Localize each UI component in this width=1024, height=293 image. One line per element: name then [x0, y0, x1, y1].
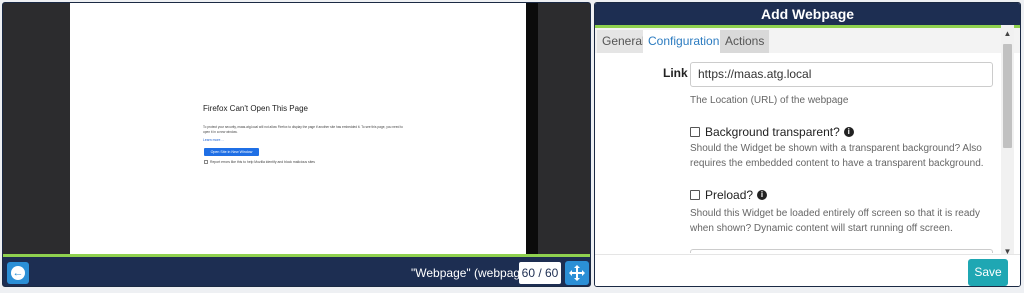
background-transparent-help-text: Should the Widget be shown with a transp… [690, 143, 984, 169]
report-errors-label: Report errors like this to help Mozilla … [210, 160, 315, 164]
widget-counter: 60 / 60 [519, 262, 561, 284]
scrollbar-thumb[interactable] [1003, 44, 1012, 148]
widget-name-label: "Webpage" (webpage) [411, 266, 531, 280]
widget-preview-panel: Firefox Can't Open This Page To protect … [2, 2, 591, 287]
tab-configuration[interactable]: Configuration [643, 30, 725, 53]
link-label: Link [663, 66, 688, 80]
report-errors-checkbox[interactable]: Report errors like this to help Mozilla … [204, 160, 315, 165]
checkbox-box[interactable] [204, 160, 208, 165]
embedded-error-title: Firefox Can't Open This Page [203, 104, 308, 113]
form-scrollbar[interactable]: ▲ ▼ [1001, 25, 1014, 260]
add-webpage-dialog: Add Webpage General Configuration Action… [594, 2, 1021, 287]
save-button[interactable]: Save [968, 259, 1008, 286]
info-icon[interactable]: i [843, 127, 854, 137]
preload-label: Preload? [705, 188, 754, 202]
background-transparent-label: Background transparent? [705, 125, 840, 139]
dialog-title: Add Webpage [595, 3, 1020, 25]
arrow-left-icon: ← [11, 266, 25, 280]
link-help-text: The Location (URL) of the webpage [690, 95, 849, 106]
preload-row[interactable]: Preload? i [690, 188, 768, 202]
link-input[interactable]: https://maas.atg.local [690, 62, 993, 87]
tab-general[interactable]: General [597, 30, 650, 53]
embedded-learn-more-link[interactable]: Learn more… [203, 138, 224, 142]
tab-bar: General Configuration Actions [595, 28, 1020, 53]
tab-actions[interactable]: Actions [720, 30, 770, 53]
preload-help-text: Should this Widget be loaded entirely of… [690, 208, 980, 234]
scroll-up-arrow-icon[interactable]: ▲ [1001, 29, 1014, 38]
move-button[interactable] [565, 261, 589, 285]
preview-toolbar: ← "Webpage" (webpage) 60 / 60 [3, 257, 590, 286]
info-icon[interactable]: i [757, 190, 768, 200]
background-transparent-checkbox[interactable] [690, 127, 700, 137]
embedded-webpage-frame: Firefox Can't Open This Page To protect … [70, 3, 526, 254]
frame-edge [526, 3, 538, 254]
background-transparent-row[interactable]: Background transparent? i [690, 125, 854, 139]
dialog-footer: Save [595, 254, 1020, 286]
move-arrows-icon [569, 265, 585, 281]
configuration-form: Link https://maas.atg.local The Location… [595, 53, 1005, 253]
preload-checkbox[interactable] [690, 190, 700, 200]
embedded-error-message: To protect your security, maas.atg.local… [203, 125, 403, 134]
next-field-input[interactable] [690, 249, 993, 253]
back-button[interactable]: ← [7, 262, 29, 284]
open-site-new-window-button[interactable]: Open Site in New Window [204, 148, 259, 156]
